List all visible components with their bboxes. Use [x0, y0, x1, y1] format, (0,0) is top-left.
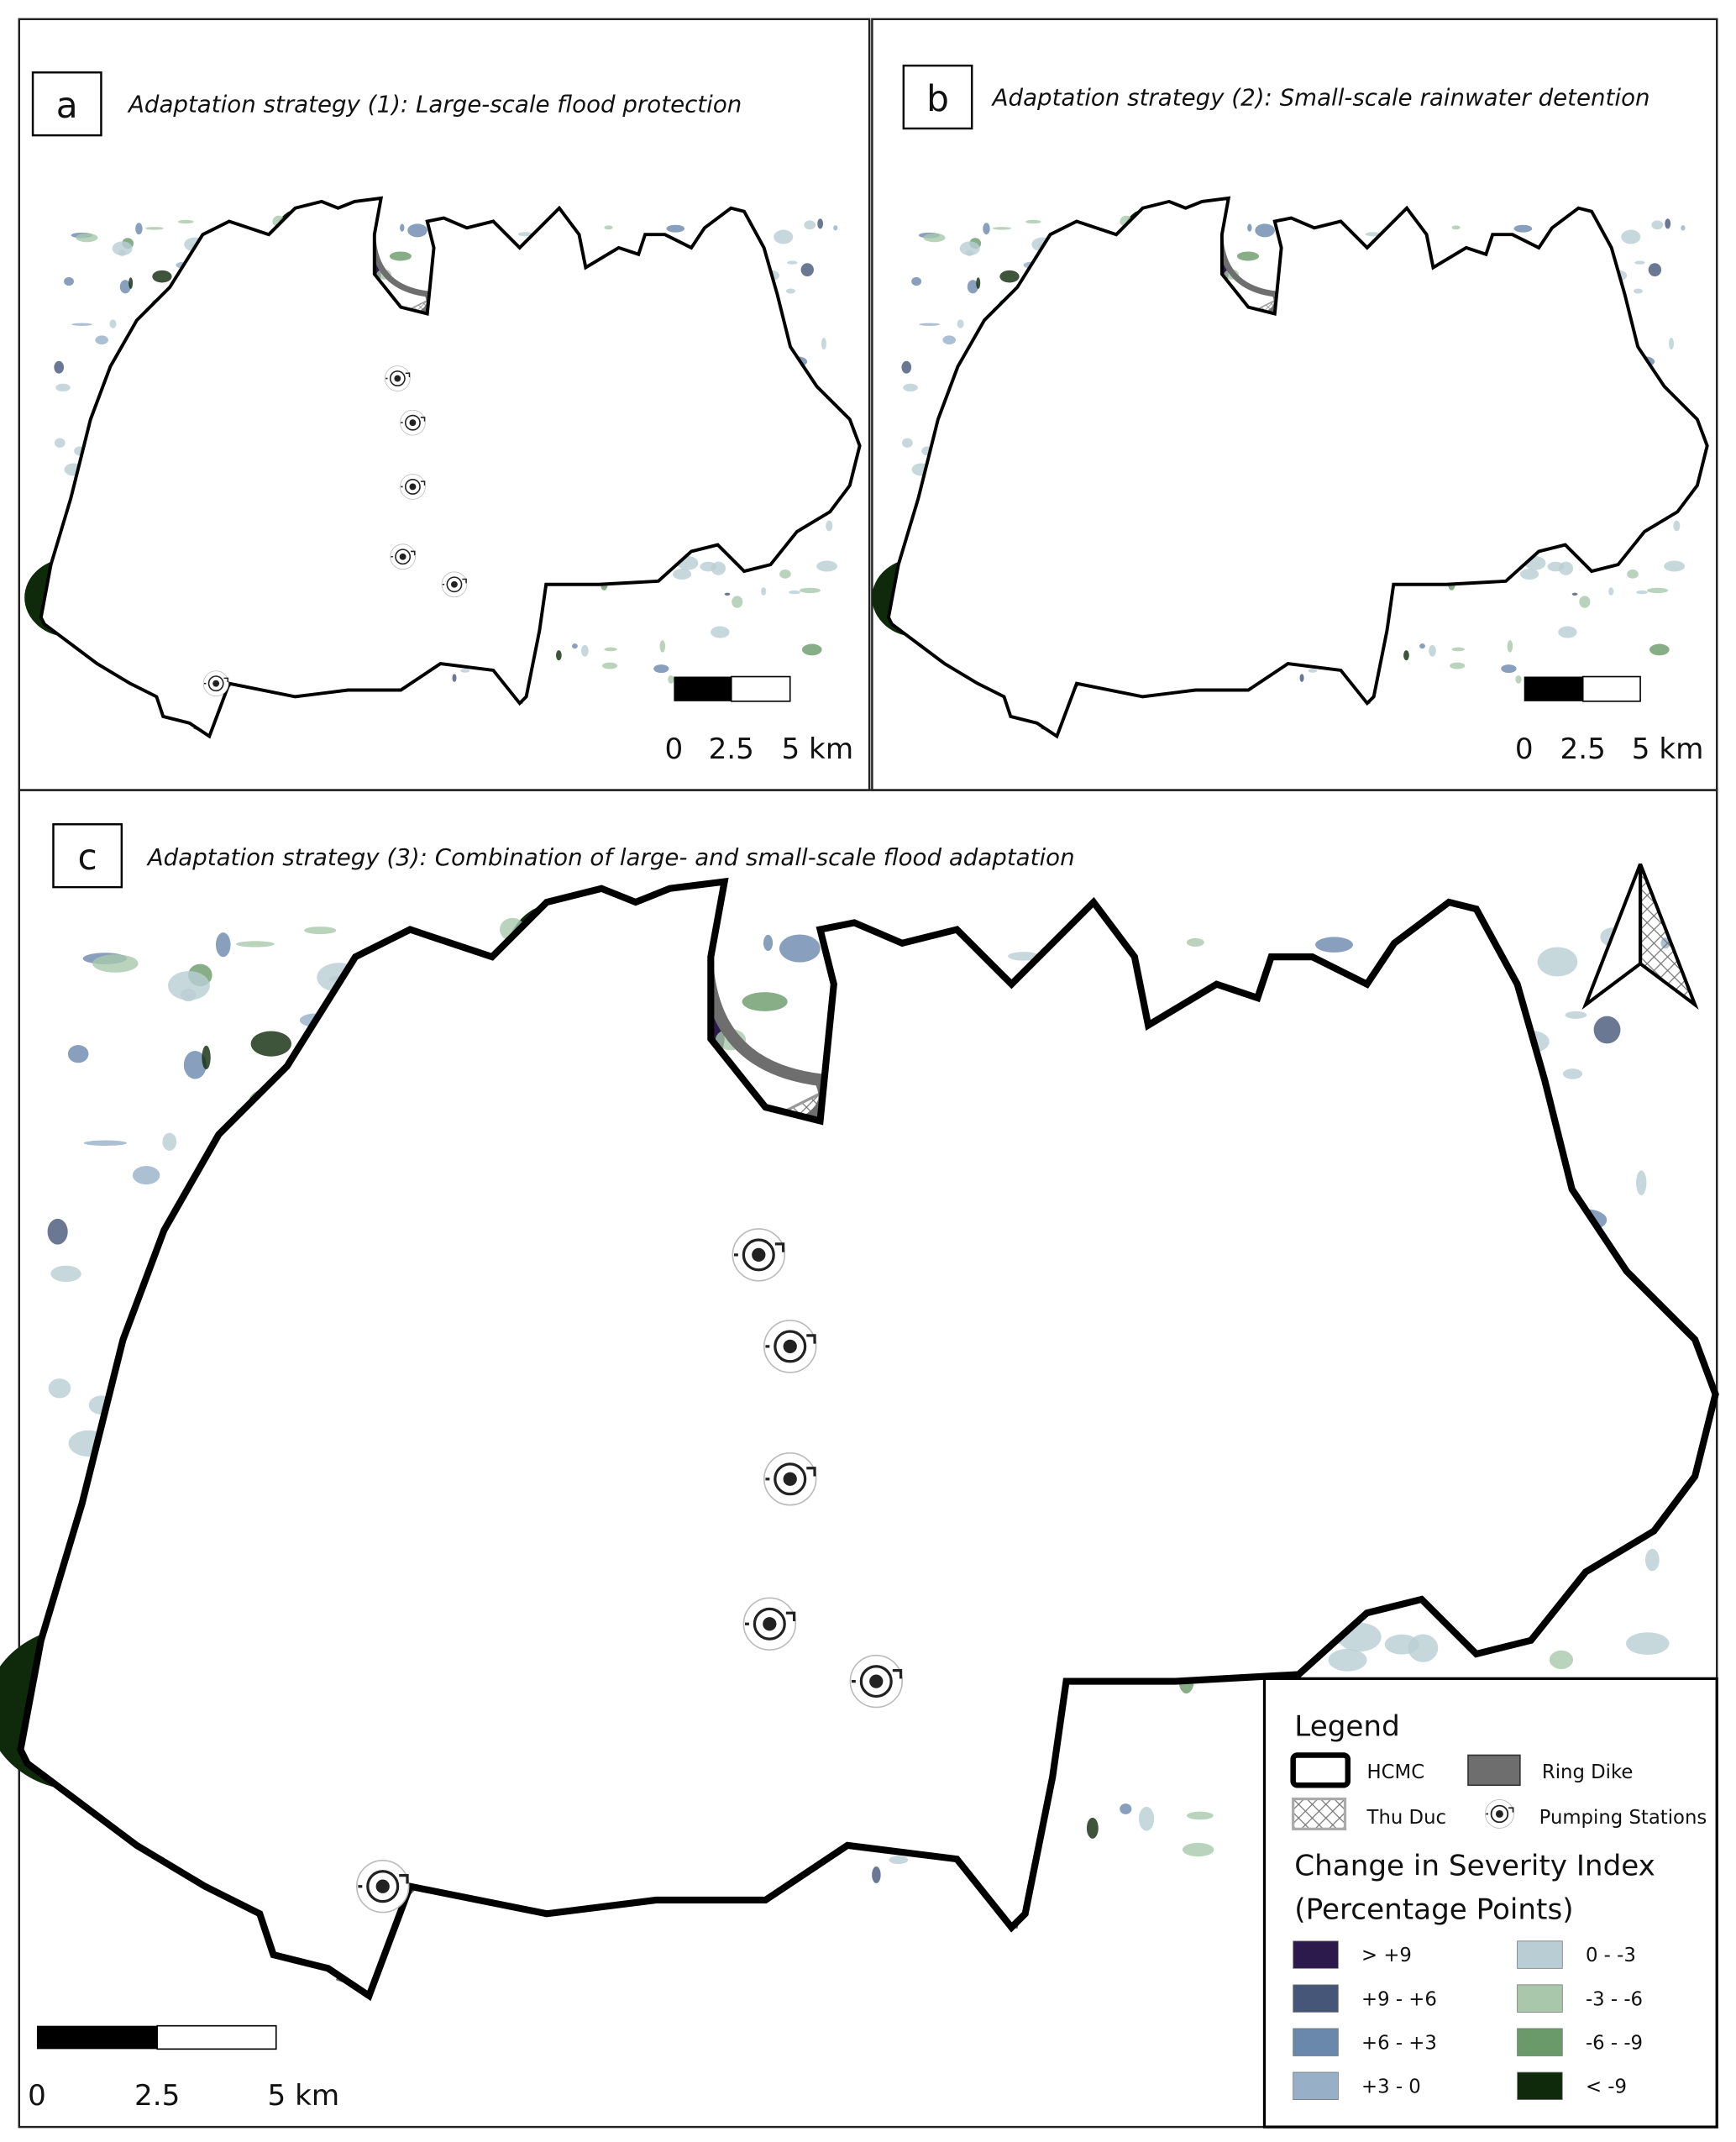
- pump-icon: [731, 1227, 786, 1283]
- svg-text:0: 0: [28, 2079, 46, 2113]
- panel-c-letter: c: [78, 837, 97, 878]
- scale-bar-b: 0 2.5 5 km: [1515, 675, 1704, 766]
- pump-icon: [441, 571, 468, 598]
- panel-a-letter: a: [56, 85, 78, 126]
- panel-a-title: Adaptation strategy (1): Large-scale flo…: [127, 90, 742, 118]
- svg-text:Change in Severity Index: Change in Severity Index: [1294, 1850, 1655, 1883]
- svg-text:(Percentage Points): (Percentage Points): [1294, 1893, 1573, 1927]
- thu-duc-swatch: [1292, 1797, 1347, 1830]
- legend-swatch: [1517, 1984, 1563, 2013]
- legend-title: Legend: [1294, 1710, 1399, 1744]
- legend-swatch: [1293, 1940, 1339, 1969]
- panel-c-title: Adaptation strategy (3): Combination of …: [146, 843, 1075, 871]
- panel-b-title: Adaptation strategy (2): Small-scale rai…: [991, 83, 1650, 111]
- hcmc-swatch: [1290, 1752, 1351, 1788]
- panel-b: b Adaptation strategy (2): Small-scale r…: [872, 64, 1707, 766]
- legend-swatch: [1517, 2071, 1563, 2100]
- legend-swatch: [1517, 2028, 1563, 2056]
- legend-swatch: [1293, 2028, 1339, 2056]
- svg-text:0: 0: [1515, 732, 1534, 766]
- pump-icon: [202, 669, 229, 697]
- pump-icon: [399, 409, 427, 436]
- legend-class-label: -6 - -9: [1586, 2032, 1643, 2054]
- legend-class-label: -3 - -6: [1586, 1988, 1643, 2010]
- legend-class-label: +6 - +3: [1361, 2032, 1437, 2054]
- svg-text:Thu Duc: Thu Duc: [1366, 1807, 1446, 1829]
- svg-text:HCMC: HCMC: [1367, 1761, 1425, 1783]
- pump-icon: [389, 543, 417, 570]
- legend-class-label: +9 - +6: [1361, 1988, 1437, 2010]
- legend-class-label: > +9: [1361, 1945, 1412, 1966]
- svg-text:Pumping Stations: Pumping Stations: [1539, 1807, 1707, 1829]
- legend-swatch: [1517, 1940, 1563, 1969]
- svg-text:5 km: 5 km: [267, 2079, 339, 2113]
- figure: a Adaptation strategy (1): Large-scale f…: [0, 18, 1736, 2129]
- pump-icon: [763, 1452, 818, 1507]
- pump-icon: [384, 365, 412, 392]
- svg-text:Ring Dike: Ring Dike: [1542, 1761, 1634, 1783]
- pump-icon: [355, 1859, 411, 1914]
- svg-text:5 km: 5 km: [781, 732, 853, 766]
- svg-text:5 km: 5 km: [1632, 732, 1704, 766]
- legend-class-label: +3 - 0: [1361, 2076, 1421, 2097]
- legend-swatch: [1293, 1984, 1339, 2013]
- pump-icon: [1484, 1798, 1515, 1830]
- panel-b-letter: b: [926, 78, 949, 119]
- panel-a: a Adaptation strategy (1): Large-scale f…: [24, 71, 859, 766]
- legend: Legend HCMC Ring Dike Thu Duc Pumping St…: [1262, 1677, 1718, 2129]
- legend-class-label: 0 - -3: [1586, 1945, 1636, 1966]
- svg-text:2.5: 2.5: [1560, 732, 1606, 766]
- svg-text:0: 0: [665, 732, 684, 766]
- pump-icon: [763, 1319, 818, 1374]
- scale-bar-a: 0 2.5 5 km: [665, 675, 853, 766]
- map-a: [24, 198, 859, 737]
- svg-text:2.5: 2.5: [134, 2079, 180, 2113]
- scale-bar-c: 0 2.5 5 km: [28, 2024, 339, 2113]
- svg-text:2.5: 2.5: [709, 732, 754, 766]
- legend-class-label: < -9: [1586, 2076, 1627, 2097]
- pump-icon: [742, 1596, 797, 1651]
- pump-icon: [848, 1654, 904, 1709]
- ring-dike-swatch: [1467, 1754, 1521, 1787]
- pump-icon: [399, 473, 427, 501]
- legend-swatch: [1293, 2071, 1339, 2100]
- map-b: [872, 198, 1707, 737]
